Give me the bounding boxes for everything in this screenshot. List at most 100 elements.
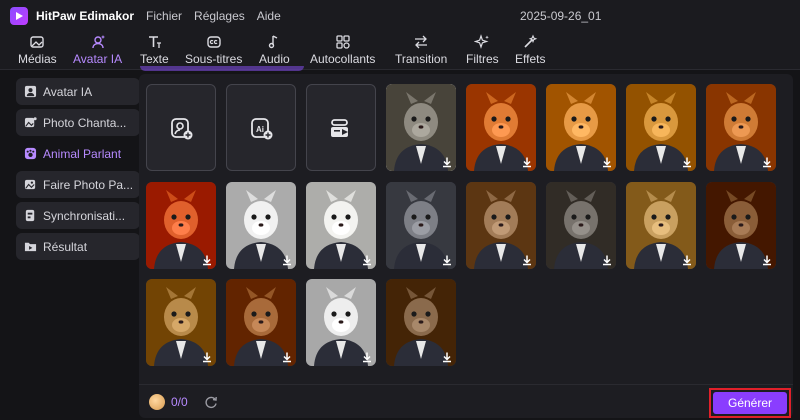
animal-avatar-tile-cat[interactable] [546,84,616,171]
menu-aide[interactable]: Aide [257,9,281,23]
tab-effets[interactable]: Effets [515,34,545,66]
download-icon[interactable] [281,254,293,266]
paw-icon [24,147,37,160]
menu-reglages[interactable]: Réglages [194,9,245,23]
tab-autocollants[interactable]: Autocollants [310,34,375,66]
create-option-tile[interactable] [306,84,376,171]
folder-icon [24,242,37,252]
download-icon[interactable] [601,254,613,266]
download-icon[interactable] [601,156,613,168]
download-icon[interactable] [441,351,453,363]
animal-avatar-tile-cat[interactable] [386,84,456,171]
sidebar-item-faire-photo-parler[interactable]: Faire Photo Pa... [16,171,140,198]
text-icon [149,36,162,48]
sidebar-item-resultat[interactable]: Résultat [16,233,140,260]
download-icon[interactable] [361,254,373,266]
download-icon[interactable] [281,351,293,363]
stickers-icon [336,35,350,49]
animal-avatar-tile-kangaroo[interactable] [466,182,536,269]
download-icon[interactable] [201,351,213,363]
create-option-tile[interactable]: Ai [226,84,296,171]
sidebar-item-label: Avatar IA [43,84,93,99]
download-icon[interactable] [521,156,533,168]
sidebar-item-label: Photo Chanta... [43,115,127,130]
credits-counter: 0/0 [171,394,188,409]
tab-label: Autocollants [310,52,376,66]
download-icon[interactable] [441,254,453,266]
tab-filtres[interactable]: Filtres [466,34,499,66]
animal-avatar-tile-dog[interactable] [626,84,696,171]
refresh-icon[interactable] [204,395,218,409]
transition-arrows-icon [415,35,428,49]
menu-fichier[interactable]: Fichier [146,9,182,23]
effects-wand-icon [524,34,538,48]
sidebar-item-label: Animal Parlant [43,146,122,161]
animal-avatar-tile-lion[interactable] [146,279,216,366]
sidebar-item-avatar-ia[interactable]: Avatar IA [16,78,140,105]
download-icon[interactable] [681,156,693,168]
upload-avatar-icon [171,117,193,139]
animal-avatar-tile-fox[interactable] [146,182,216,269]
download-icon[interactable] [761,156,773,168]
coin-icon [149,393,165,410]
tab-label: Transition [395,52,448,66]
sidebar-item-label: Résultat [43,239,88,254]
subtitles-icon [206,36,221,48]
sparkle-icon [474,34,490,49]
bottom-bar: 0/0 Générer [139,384,793,418]
music-note-icon [269,35,278,49]
tab-avatar-ia[interactable]: Avatar IA [73,34,122,66]
animal-avatar-panel: Ai [139,74,793,418]
animal-avatar-tile-bear[interactable] [706,182,776,269]
photo-talk-icon [24,179,36,190]
tab-medias[interactable]: Médias [18,34,57,66]
tab-label: Sous-titres [185,52,243,66]
animal-avatar-tile-panda[interactable] [306,279,376,366]
project-title: 2025-09-26_01 [520,9,602,23]
photo-sing-icon [24,117,37,128]
image-icon [30,36,45,48]
sidebar-item-photo-chantante[interactable]: Photo Chanta... [16,109,140,136]
ai-generate-image-icon: Ai [251,117,273,139]
main-toolbar: Médias Avatar IA Texte Sous-titres Audio… [0,32,800,70]
subtab-indicator [140,66,304,71]
animal-avatar-tile-dog[interactable] [706,84,776,171]
person-icon [24,85,37,98]
animal-avatar-tile-panda[interactable] [226,182,296,269]
animal-avatar-tile-leopard[interactable] [626,182,696,269]
tab-sous-titres[interactable]: Sous-titres [185,34,242,66]
animal-avatar-tile-beaver[interactable] [386,279,456,366]
animal-avatar-tile-panda[interactable] [306,182,376,269]
download-icon[interactable] [761,254,773,266]
sidebar: Avatar IA Photo Chanta... Animal Parlant… [10,74,140,384]
download-icon[interactable] [201,254,213,266]
animal-avatar-tile-dog[interactable] [226,279,296,366]
tab-label: Médias [18,52,57,66]
avatar-ai-icon [91,35,105,49]
sidebar-item-synchronisation[interactable]: Synchronisati... [16,202,140,229]
download-icon[interactable] [521,254,533,266]
tab-texte[interactable]: Texte [140,34,169,66]
tab-label: Audio [259,52,290,66]
tab-audio[interactable]: Audio [259,34,290,66]
lipsync-icon [25,209,35,222]
download-icon[interactable] [441,156,453,168]
download-icon[interactable] [681,254,693,266]
tab-label: Effets [515,52,546,66]
title-bar: HitPaw Edimakor Fichier Réglages Aide 20… [0,0,800,32]
tab-label: Texte [140,52,169,66]
animal-avatar-tile-fox[interactable] [466,84,536,171]
animal-avatar-tile-raccoon[interactable] [386,182,456,269]
sidebar-item-label: Faire Photo Pa... [43,177,134,192]
tab-label: Avatar IA [73,52,123,66]
text-to-video-icon [331,118,348,137]
sidebar-item-animal-parlant[interactable]: Animal Parlant [16,140,140,167]
create-option-tile[interactable] [146,84,216,171]
tab-transition[interactable]: Transition [395,34,447,66]
app-logo-icon [10,7,28,25]
generate-button[interactable]: Générer [713,392,787,414]
animal-avatar-tile-wolf[interactable] [546,182,616,269]
sidebar-item-label: Synchronisati... [43,208,126,223]
download-icon[interactable] [361,351,373,363]
generate-button-highlight: Générer [709,388,791,418]
